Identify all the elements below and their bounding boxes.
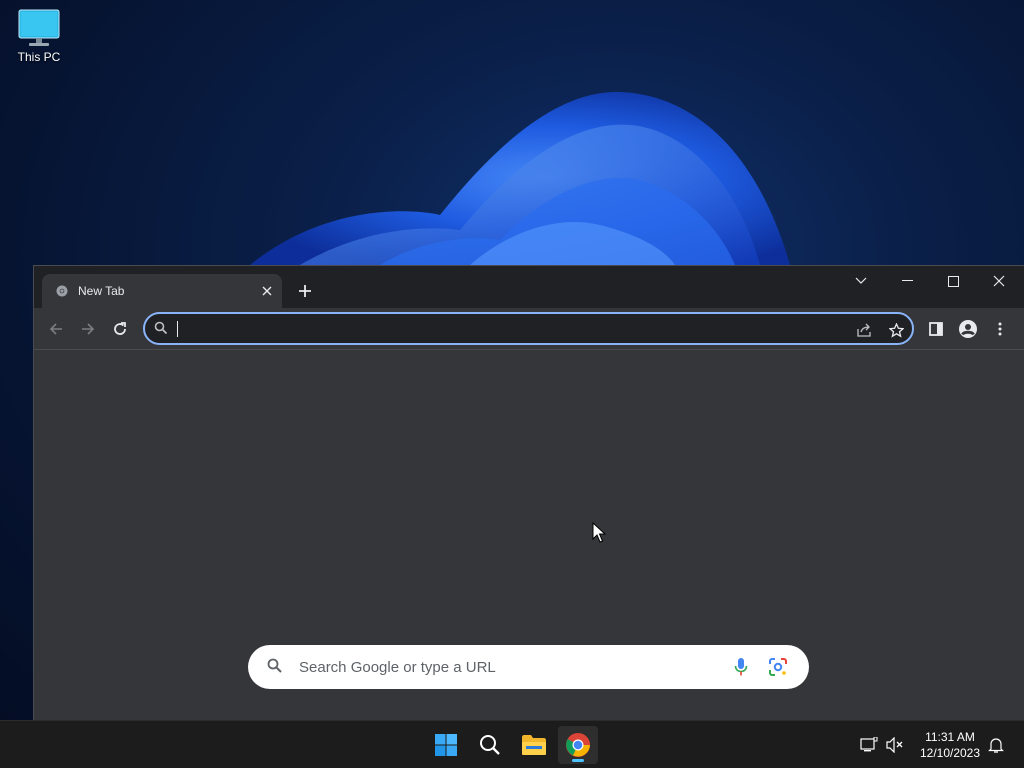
google-lens-icon[interactable] (768, 657, 788, 677)
address-bar[interactable] (143, 312, 914, 345)
minimize-icon (901, 280, 913, 281)
clock[interactable]: 11:31 AM 12/10/2023 (912, 729, 988, 761)
google-search-box[interactable]: Search Google or type a URL (248, 645, 809, 689)
bookmark-button[interactable] (886, 320, 906, 340)
file-explorer-button[interactable] (514, 726, 554, 764)
taskbar: 11:31 AM 12/10/2023 (0, 720, 1024, 768)
notification-bell-icon[interactable] (985, 734, 1007, 756)
tab-new-tab[interactable]: New Tab (42, 274, 282, 308)
title-bar: New Tab (34, 266, 1024, 308)
forward-button[interactable] (77, 318, 99, 340)
chrome-window: New Tab Search Google or type a URL (33, 265, 1024, 721)
monitor-icon (18, 9, 60, 46)
reload-button[interactable] (109, 318, 131, 340)
chrome-taskbar-button[interactable] (558, 726, 598, 764)
clock-date: 12/10/2023 (919, 746, 981, 760)
menu-button[interactable] (989, 318, 1011, 340)
start-button[interactable] (426, 726, 466, 764)
mouse-cursor-icon (592, 522, 606, 543)
toolbar (34, 308, 1024, 350)
avatar-icon (959, 320, 977, 338)
plus-icon (299, 285, 311, 297)
reload-icon (114, 322, 126, 335)
clock-time: 11:31 AM (925, 730, 975, 744)
back-button[interactable] (45, 318, 67, 340)
new-tab-button[interactable] (294, 280, 316, 302)
share-button[interactable] (854, 320, 874, 340)
chrome-favicon (56, 285, 68, 297)
star-icon (888, 322, 904, 338)
side-panel-button[interactable] (925, 318, 947, 340)
share-icon (856, 323, 871, 337)
chevron-down-icon (855, 277, 867, 284)
windows-logo-icon (435, 734, 457, 756)
minimize-button[interactable] (884, 266, 930, 296)
volume-muted-icon[interactable] (884, 734, 906, 756)
desktop-icon-label: This PC (17, 50, 61, 64)
new-tab-page: Search Google or type a URL (34, 351, 1024, 721)
arrow-right-icon (82, 323, 95, 335)
desktop-icon-this-pc[interactable]: This PC (10, 8, 68, 64)
maximize-icon (947, 275, 959, 287)
active-app-indicator (572, 759, 584, 762)
profile-button[interactable] (957, 318, 979, 340)
text-caret (177, 321, 178, 337)
address-input[interactable] (179, 318, 839, 340)
side-panel-icon (929, 322, 943, 336)
folder-icon (522, 735, 546, 755)
tab-search-button[interactable] (838, 266, 884, 296)
search-icon (154, 321, 168, 335)
search-icon (267, 658, 282, 673)
close-button[interactable] (976, 266, 1022, 296)
network-icon[interactable] (858, 734, 880, 756)
search-icon (480, 735, 500, 755)
microphone-icon[interactable] (734, 657, 748, 677)
tab-close-icon[interactable] (258, 282, 276, 300)
arrow-left-icon (49, 323, 62, 335)
maximize-button[interactable] (930, 266, 976, 296)
search-placeholder: Search Google or type a URL (299, 659, 496, 676)
kebab-menu-icon (998, 322, 1002, 336)
close-icon (993, 275, 1005, 287)
tab-title: New Tab (78, 284, 125, 298)
chrome-icon (566, 733, 590, 757)
taskbar-search-button[interactable] (470, 726, 510, 764)
